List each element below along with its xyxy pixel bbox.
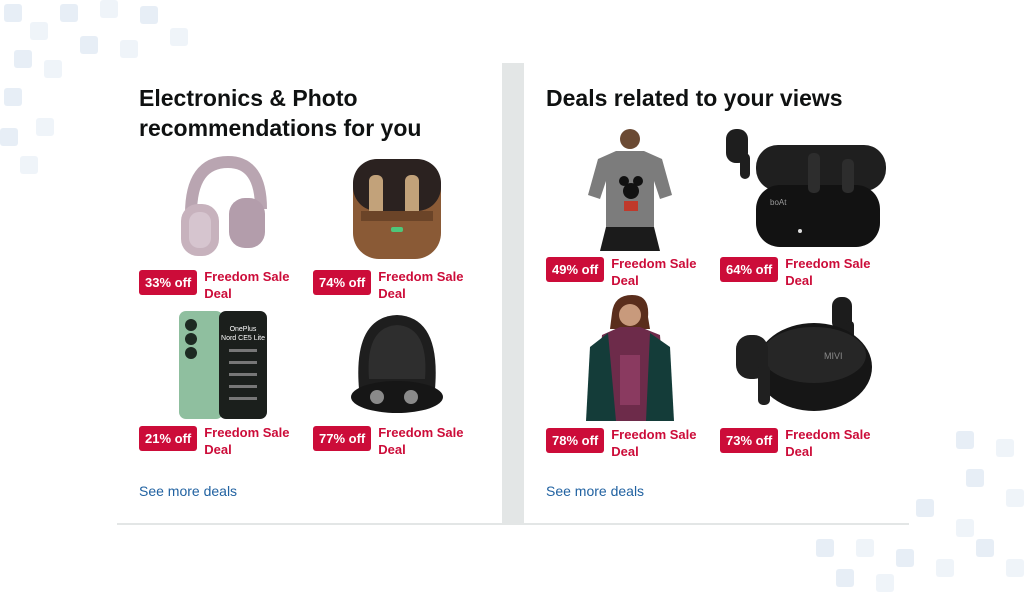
deal-tile[interactable]: 78% off Freedom Sale Deal <box>546 295 711 459</box>
deal-info: 77% off Freedom Sale Deal <box>313 424 478 458</box>
deal-label[interactable]: Freedom Sale Deal <box>378 268 478 302</box>
earbuds-round-case-image[interactable]: MIVI <box>728 295 878 421</box>
headphone-case-image[interactable] <box>337 309 457 421</box>
svg-text:MIVI: MIVI <box>824 351 843 361</box>
deal-label[interactable]: Freedom Sale Deal <box>204 268 304 302</box>
discount-badge: 33% off <box>139 270 198 295</box>
deal-info: 21% off Freedom Sale Deal <box>139 424 304 458</box>
deal-info: 73% off Freedom Sale Deal <box>720 426 885 460</box>
svg-text:boAt: boAt <box>770 198 787 207</box>
over-ear-headphones-image[interactable] <box>163 153 283 265</box>
card-title: Deals related to your views <box>546 85 843 111</box>
deal-tile[interactable]: 33% off Freedom Sale Deal <box>139 153 304 303</box>
card-divider <box>502 63 524 523</box>
deals-related-card: Deals related to your views 49% off Free… <box>524 63 909 523</box>
deal-tile[interactable]: boAt 64% off Freedom Sale Deal <box>720 125 888 288</box>
deal-tile[interactable]: MIVI 73% off Freedom Sale Deal <box>720 295 885 459</box>
deal-label[interactable]: Freedom Sale Deal <box>611 255 711 289</box>
card-title: Electronics & Photo recommendations for … <box>139 85 422 141</box>
deal-tile[interactable]: OnePlus Nord CE5 Lite 21% off Freedom Sa… <box>139 309 304 459</box>
deal-label[interactable]: Freedom Sale Deal <box>785 255 885 289</box>
smartphone-image[interactable]: OnePlus Nord CE5 Lite <box>163 309 283 421</box>
deals-section: Electronics & Photo recommendations for … <box>117 63 909 525</box>
deal-label[interactable]: Freedom Sale Deal <box>204 424 304 458</box>
deal-info: 33% off Freedom Sale Deal <box>139 268 304 302</box>
discount-badge: 73% off <box>720 428 779 453</box>
deal-info: 78% off Freedom Sale Deal <box>546 426 711 460</box>
svg-text:Nord CE5 Lite: Nord CE5 Lite <box>221 335 265 342</box>
see-more-deals-link[interactable]: See more deals <box>546 483 644 499</box>
discount-badge: 49% off <box>546 257 605 282</box>
deal-tile[interactable]: 77% off Freedom Sale Deal <box>313 309 478 459</box>
discount-badge: 74% off <box>313 270 372 295</box>
deal-label[interactable]: Freedom Sale Deal <box>611 426 711 460</box>
electronics-recommendations-card: Electronics & Photo recommendations for … <box>117 63 502 523</box>
discount-badge: 78% off <box>546 428 605 453</box>
discount-badge: 64% off <box>720 257 779 282</box>
discount-badge: 77% off <box>313 426 372 451</box>
deal-info: 49% off Freedom Sale Deal <box>546 255 711 289</box>
earbuds-brown-case-image[interactable] <box>337 153 457 265</box>
deal-tile[interactable]: 74% off Freedom Sale Deal <box>313 153 478 303</box>
deal-tile[interactable]: 49% off Freedom Sale Deal <box>546 125 711 288</box>
discount-badge: 21% off <box>139 426 198 451</box>
deal-info: 74% off Freedom Sale Deal <box>313 268 478 302</box>
earbuds-black-case-image[interactable]: boAt <box>720 125 888 251</box>
svg-text:OnePlus: OnePlus <box>230 326 257 333</box>
deal-info: 64% off Freedom Sale Deal <box>720 255 885 289</box>
see-more-deals-link[interactable]: See more deals <box>139 483 237 499</box>
kurta-set-image[interactable] <box>570 295 690 421</box>
tshirt-image[interactable] <box>570 125 690 251</box>
deal-label[interactable]: Freedom Sale Deal <box>378 424 478 458</box>
deal-label[interactable]: Freedom Sale Deal <box>785 426 885 460</box>
